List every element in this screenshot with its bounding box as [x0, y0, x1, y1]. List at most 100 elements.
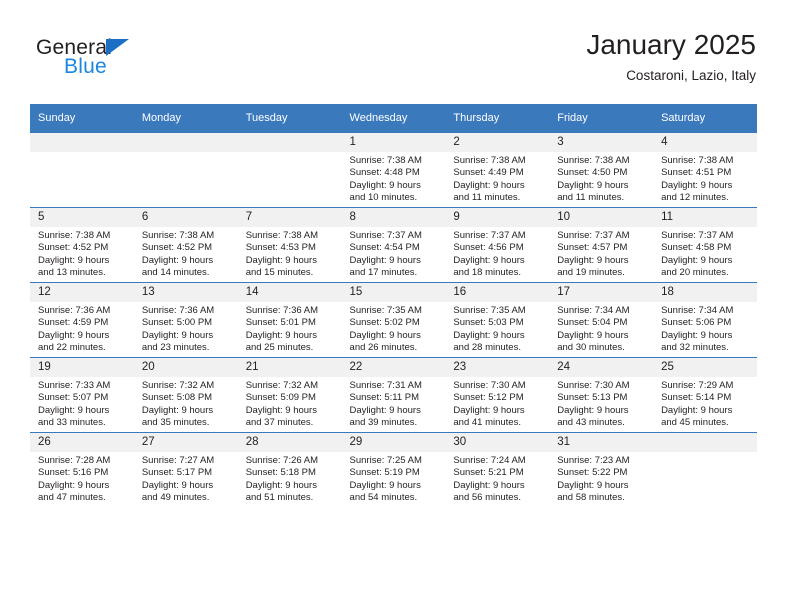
- calendar-day-cell[interactable]: 20 Sunrise: 7:32 AM Sunset: 5:08 PM Dayligh…: [133, 357, 238, 433]
- daylight-text-line2: and 12 minutes.: [661, 192, 729, 204]
- sunrise-text: Sunrise: 7:34 AM: [557, 305, 630, 316]
- sunset-text: Sunset: 5:06 PM: [661, 317, 732, 329]
- weekday-header-saturday: Saturday: [653, 104, 757, 133]
- daylight-text-line1: Daylight: 9 hours: [349, 404, 421, 416]
- day-number: 1: [341, 133, 446, 152]
- daylight-text-line2: and 19 minutes.: [557, 267, 625, 279]
- daylight-text-line1: Daylight: 9 hours: [661, 329, 733, 341]
- calendar-day-cell[interactable]: 29 Sunrise: 7:25 AM Sunset: 5:19 PM Dayligh…: [341, 432, 446, 507]
- calendar-day-cell[interactable]: 19 Sunrise: 7:33 AM Sunset: 5:07 PM Dayligh…: [30, 357, 134, 433]
- daylight-text-line2: and 54 minutes.: [349, 492, 418, 504]
- sunrise-text: Sunrise: 7:37 AM: [661, 230, 734, 241]
- day-number: [237, 133, 342, 152]
- day-details: Sunrise: 7:38 AM Sunset: 4:52 PM Daylight:…: [134, 227, 238, 280]
- daylight-text-line1: Daylight: 9 hours: [661, 254, 733, 266]
- calendar-day-cell[interactable]: 17 Sunrise: 7:34 AM Sunset: 5:04 PM Dayligh…: [549, 282, 654, 358]
- calendar-day-cell[interactable]: 15 Sunrise: 7:35 AM Sunset: 5:02 PM Dayligh…: [341, 282, 446, 358]
- sunset-text: Sunset: 4:58 PM: [661, 242, 732, 254]
- calendar-day-cell[interactable]: 5 Sunrise: 7:38 AM Sunset: 4:52 PM Daylight…: [30, 207, 134, 283]
- calendar-day-cell[interactable]: 1 Sunrise: 7:38 AM Sunset: 4:48 PM Daylight…: [341, 132, 446, 208]
- daylight-text-line1: Daylight: 9 hours: [557, 179, 629, 191]
- daylight-text-line2: and 51 minutes.: [245, 492, 314, 504]
- daylight-text-line1: Daylight: 9 hours: [453, 254, 525, 266]
- calendar-day-cell[interactable]: 8 Sunrise: 7:37 AM Sunset: 4:54 PM Daylight…: [341, 207, 446, 283]
- day-number: 13: [133, 283, 238, 302]
- calendar-day-cell[interactable]: 23 Sunrise: 7:30 AM Sunset: 5:12 PM Dayligh…: [445, 357, 550, 433]
- sunrise-text: Sunrise: 7:30 AM: [453, 380, 526, 391]
- day-number: 20: [133, 358, 238, 377]
- sunset-text: Sunset: 5:12 PM: [453, 392, 524, 404]
- sunset-text: Sunset: 5:11 PM: [349, 392, 420, 404]
- day-number: 16: [445, 283, 550, 302]
- daylight-text-line2: and 43 minutes.: [557, 417, 625, 429]
- sunset-text: Sunset: 4:53 PM: [245, 242, 316, 254]
- calendar-day-cell[interactable]: 11 Sunrise: 7:37 AM Sunset: 4:58 PM Dayligh…: [653, 207, 757, 283]
- day-details: Sunrise: 7:36 AM Sunset: 5:01 PM Daylight:…: [238, 302, 342, 355]
- daylight-text-line2: and 47 minutes.: [38, 492, 106, 504]
- calendar-day-cell[interactable]: 14 Sunrise: 7:36 AM Sunset: 5:01 PM Dayligh…: [237, 282, 342, 358]
- calendar-day-cell[interactable]: 12 Sunrise: 7:36 AM Sunset: 4:59 PM Dayligh…: [30, 282, 134, 358]
- sunrise-text: Sunrise: 7:38 AM: [453, 155, 526, 166]
- day-details: Sunrise: 7:30 AM Sunset: 5:13 PM Daylight:…: [549, 377, 653, 430]
- general-blue-logo[interactable]: General Blue: [36, 36, 246, 92]
- sunset-text: Sunset: 5:19 PM: [349, 467, 420, 479]
- sunset-text: Sunset: 5:22 PM: [557, 467, 628, 479]
- calendar-day-cell[interactable]: 7 Sunrise: 7:38 AM Sunset: 4:53 PM Daylight…: [237, 207, 342, 283]
- sunrise-text: Sunrise: 7:29 AM: [661, 380, 734, 391]
- daylight-text-line1: Daylight: 9 hours: [38, 479, 110, 491]
- daylight-text-line1: Daylight: 9 hours: [349, 179, 421, 191]
- daylight-text-line1: Daylight: 9 hours: [557, 404, 629, 416]
- day-number: 15: [341, 283, 446, 302]
- daylight-text-line2: and 28 minutes.: [453, 342, 521, 354]
- day-number: 11: [653, 208, 757, 227]
- day-details: Sunrise: 7:29 AM Sunset: 5:14 PM Daylight:…: [653, 377, 757, 430]
- day-number: 3: [549, 133, 654, 152]
- calendar-day-cell[interactable]: 26 Sunrise: 7:28 AM Sunset: 5:16 PM Dayligh…: [30, 432, 134, 507]
- calendar-day-cell[interactable]: 31 Sunrise: 7:23 AM Sunset: 5:22 PM Dayligh…: [549, 432, 654, 507]
- day-number: [133, 133, 238, 152]
- day-details: Sunrise: 7:26 AM Sunset: 5:18 PM Daylight:…: [238, 452, 342, 505]
- sunrise-text: Sunrise: 7:36 AM: [141, 305, 215, 316]
- daylight-text-line1: Daylight: 9 hours: [661, 404, 733, 416]
- day-number: 8: [341, 208, 446, 227]
- sunset-text: Sunset: 5:18 PM: [245, 467, 316, 479]
- calendar-day-cell[interactable]: 2 Sunrise: 7:38 AM Sunset: 4:49 PM Daylight…: [445, 132, 550, 208]
- sunrise-text: Sunrise: 7:38 AM: [349, 155, 422, 166]
- day-number: 12: [30, 283, 134, 302]
- calendar-body: 1 Sunrise: 7:38 AM Sunset: 4:48 PM Daylight…: [30, 132, 757, 507]
- sunrise-text: Sunrise: 7:38 AM: [38, 230, 111, 241]
- calendar-day-cell[interactable]: 27 Sunrise: 7:27 AM Sunset: 5:17 PM Dayligh…: [133, 432, 238, 507]
- calendar-day-cell[interactable]: 30 Sunrise: 7:24 AM Sunset: 5:21 PM Dayligh…: [445, 432, 550, 507]
- calendar-day-cell[interactable]: 16 Sunrise: 7:35 AM Sunset: 5:03 PM Dayligh…: [445, 282, 550, 358]
- day-details: Sunrise: 7:38 AM Sunset: 4:51 PM Daylight:…: [653, 152, 757, 205]
- calendar-day-cell[interactable]: 18 Sunrise: 7:34 AM Sunset: 5:06 PM Dayligh…: [653, 282, 757, 358]
- daylight-text-line2: and 49 minutes.: [141, 492, 210, 504]
- calendar-day-cell[interactable]: 3 Sunrise: 7:38 AM Sunset: 4:50 PM Daylight…: [549, 132, 654, 208]
- calendar-day-cell[interactable]: 10 Sunrise: 7:37 AM Sunset: 4:57 PM Dayligh…: [549, 207, 654, 283]
- calendar-day-cell[interactable]: 21 Sunrise: 7:32 AM Sunset: 5:09 PM Dayligh…: [237, 357, 342, 433]
- daylight-text-line1: Daylight: 9 hours: [245, 404, 317, 416]
- calendar-header-row-group: Sunday Monday Tuesday Wednesday Thursday…: [30, 104, 757, 133]
- daylight-text-line2: and 58 minutes.: [557, 492, 625, 504]
- calendar-day-cell[interactable]: 6 Sunrise: 7:38 AM Sunset: 4:52 PM Daylight…: [133, 207, 238, 283]
- day-number: 2: [445, 133, 550, 152]
- sunrise-text: Sunrise: 7:37 AM: [349, 230, 422, 241]
- calendar-day-cell[interactable]: 4 Sunrise: 7:38 AM Sunset: 4:51 PM Daylight…: [653, 132, 757, 208]
- day-details: Sunrise: 7:28 AM Sunset: 5:16 PM Daylight:…: [30, 452, 134, 505]
- calendar-day-cell[interactable]: 25 Sunrise: 7:29 AM Sunset: 5:14 PM Dayligh…: [653, 357, 757, 433]
- daylight-text-line2: and 25 minutes.: [245, 342, 314, 354]
- day-details: Sunrise: 7:30 AM Sunset: 5:12 PM Daylight:…: [445, 377, 549, 430]
- calendar-day-cell[interactable]: 24 Sunrise: 7:30 AM Sunset: 5:13 PM Dayligh…: [549, 357, 654, 433]
- calendar-week-row: 5 Sunrise: 7:38 AM Sunset: 4:52 PM Daylight…: [30, 207, 757, 283]
- calendar-day-cell[interactable]: 9 Sunrise: 7:37 AM Sunset: 4:56 PM Daylight…: [445, 207, 550, 283]
- day-number: [30, 133, 134, 152]
- calendar-day-cell[interactable]: 28 Sunrise: 7:26 AM Sunset: 5:18 PM Dayligh…: [237, 432, 342, 507]
- calendar-week-row: 12 Sunrise: 7:36 AM Sunset: 4:59 PM Dayligh…: [30, 282, 757, 358]
- calendar-day-cell-empty: [133, 132, 238, 208]
- daylight-text-line1: Daylight: 9 hours: [141, 254, 214, 266]
- daylight-text-line1: Daylight: 9 hours: [661, 179, 733, 191]
- calendar-day-cell[interactable]: 13 Sunrise: 7:36 AM Sunset: 5:00 PM Dayligh…: [133, 282, 238, 358]
- day-number: 29: [341, 433, 446, 452]
- daylight-text-line1: Daylight: 9 hours: [349, 254, 421, 266]
- calendar-day-cell[interactable]: 22 Sunrise: 7:31 AM Sunset: 5:11 PM Dayligh…: [341, 357, 446, 433]
